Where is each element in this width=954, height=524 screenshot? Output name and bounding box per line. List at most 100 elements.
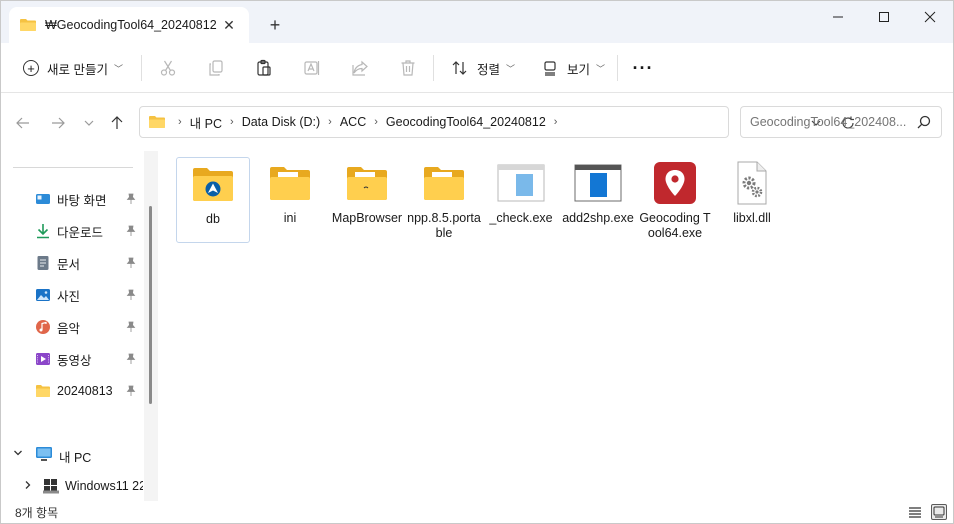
chevron-down-icon bbox=[84, 120, 94, 126]
file-item-mapbrowser[interactable]: MapBrowser bbox=[330, 157, 404, 243]
paste-button[interactable] bbox=[252, 56, 276, 80]
large-icons-view-button[interactable] bbox=[931, 504, 947, 520]
rename-button[interactable] bbox=[300, 56, 324, 80]
sidebar-item-label: 동영상 bbox=[57, 353, 92, 368]
computer-icon bbox=[36, 447, 52, 461]
folder-icon bbox=[20, 19, 36, 31]
pictures-icon bbox=[36, 289, 50, 301]
scissors-icon bbox=[160, 60, 176, 76]
new-tab-button[interactable]: + bbox=[263, 13, 287, 37]
tab-close-button[interactable]: ✕ bbox=[217, 13, 241, 37]
sidebar-item-label: 사진 bbox=[57, 289, 81, 304]
maximize-button[interactable] bbox=[861, 1, 907, 33]
pin-icon bbox=[126, 289, 136, 300]
sidebar-item-documents[interactable]: 문서 bbox=[1, 250, 141, 276]
pin-icon bbox=[126, 193, 136, 204]
view-button[interactable]: 보기 ﹀ bbox=[533, 52, 613, 84]
breadcrumb-item[interactable]: 내 PC bbox=[190, 113, 222, 132]
tree-item-drive[interactable]: Windows11 22 bbox=[1, 473, 143, 499]
file-name: Geocoding Tool64.exe bbox=[639, 211, 711, 240]
toolbar-divider bbox=[433, 55, 434, 81]
close-button[interactable] bbox=[907, 1, 953, 33]
file-name: MapBrowser bbox=[331, 211, 403, 225]
minimize-icon bbox=[833, 16, 843, 18]
rename-icon bbox=[304, 61, 320, 75]
search-input[interactable] bbox=[750, 115, 910, 129]
file-item-add2shp-exe[interactable]: add2shp.exe bbox=[561, 157, 635, 243]
file-item-ini[interactable]: ini bbox=[253, 157, 327, 243]
minimize-button[interactable] bbox=[815, 1, 861, 33]
maximize-icon bbox=[879, 12, 889, 22]
breadcrumb-chevron-icon: › bbox=[374, 116, 378, 128]
navigation-pane: 바탕 화면 다운로드 문서 사진 음악 동영상 20240813 내 PC Wi… bbox=[1, 151, 149, 501]
folder-icon bbox=[36, 385, 50, 397]
download-icon bbox=[37, 224, 49, 239]
sidebar-item-label: 음악 bbox=[57, 321, 81, 336]
sidebar-item-folder-20240813[interactable]: 20240813 bbox=[1, 378, 141, 404]
chevron-right-icon bbox=[25, 481, 31, 489]
file-item-geocodingtool-exe[interactable]: Geocoding Tool64.exe bbox=[638, 157, 712, 243]
search-box[interactable] bbox=[740, 106, 942, 138]
folder-special-icon bbox=[189, 162, 237, 206]
pin-icon bbox=[126, 353, 136, 364]
breadcrumb-item[interactable]: GeocodingTool64_20240812 bbox=[386, 115, 546, 129]
sidebar-item-music[interactable]: 음악 bbox=[1, 314, 141, 340]
address-bar[interactable]: › 내 PC › Data Disk (D:) › ACC › Geocodin… bbox=[139, 106, 854, 138]
sidebar-item-desktop[interactable]: 바탕 화면 bbox=[1, 186, 141, 212]
new-button[interactable]: + 새로 만들기 ﹀ bbox=[15, 52, 131, 84]
arrow-left-icon bbox=[16, 117, 29, 129]
gear-file-icon bbox=[728, 161, 776, 205]
view-label: 보기 bbox=[567, 62, 591, 77]
clipboard-icon bbox=[257, 59, 271, 76]
file-item-npp-portable[interactable]: npp.8.5.portable bbox=[407, 157, 481, 243]
up-button[interactable] bbox=[105, 111, 129, 135]
sort-label: 정렬 bbox=[477, 62, 501, 77]
breadcrumb-chevron-icon: › bbox=[328, 116, 332, 128]
back-button[interactable] bbox=[11, 111, 35, 135]
share-icon bbox=[352, 60, 368, 76]
file-item-db[interactable]: db bbox=[176, 157, 250, 243]
file-name: add2shp.exe bbox=[562, 211, 634, 225]
sidebar-item-label: 문서 bbox=[57, 257, 81, 272]
forward-button[interactable] bbox=[46, 111, 70, 135]
tab-current[interactable]: ₩GeocodingTool64_20240812 ✕ bbox=[9, 7, 249, 43]
command-bar: + 새로 만들기 ﹀ 정렬 ﹀ 보기 ﹀ ··· bbox=[1, 43, 953, 93]
sidebar-item-pictures[interactable]: 사진 bbox=[1, 282, 141, 308]
file-name: ini bbox=[283, 211, 297, 225]
pin-icon bbox=[126, 385, 136, 396]
pin-icon bbox=[126, 225, 136, 236]
map-pin-app-icon bbox=[651, 161, 699, 205]
recent-locations-button[interactable] bbox=[77, 111, 101, 135]
file-item-libxl-dll[interactable]: libxl.dll bbox=[715, 157, 789, 243]
more-options-button[interactable]: ··· bbox=[629, 56, 657, 80]
arrow-up-icon bbox=[111, 116, 123, 129]
copy-button[interactable] bbox=[204, 56, 228, 80]
tree-item-label: Windows11 22 bbox=[65, 479, 143, 493]
music-icon bbox=[36, 320, 50, 334]
sidebar-item-videos[interactable]: 동영상 bbox=[1, 346, 141, 372]
folder-icon bbox=[149, 116, 165, 128]
sidebar-item-label: 다운로드 bbox=[57, 225, 104, 240]
folder-icon bbox=[343, 161, 391, 205]
pin-icon bbox=[126, 321, 136, 332]
delete-button[interactable] bbox=[396, 56, 420, 80]
file-name: libxl.dll bbox=[733, 211, 771, 225]
view-icon bbox=[544, 61, 556, 76]
tree-item-this-pc[interactable]: 내 PC bbox=[1, 441, 143, 467]
breadcrumb-item[interactable]: Data Disk (D:) bbox=[242, 115, 320, 129]
plus-circle-icon: + bbox=[23, 60, 39, 76]
share-button[interactable] bbox=[348, 56, 372, 80]
details-view-icon[interactable] bbox=[907, 504, 923, 520]
sidebar-scrollbar-thumb[interactable] bbox=[149, 206, 152, 404]
exe-window-icon bbox=[497, 161, 545, 205]
toolbar-divider bbox=[141, 55, 142, 81]
file-item-check-exe[interactable]: _check.exe bbox=[484, 157, 558, 243]
breadcrumb-item[interactable]: ACC bbox=[340, 115, 366, 129]
breadcrumb-chevron-icon: › bbox=[230, 116, 234, 128]
tab-title: ₩GeocodingTool64_20240812 bbox=[45, 18, 217, 32]
sidebar-item-downloads[interactable]: 다운로드 bbox=[1, 218, 141, 244]
sort-button[interactable]: 정렬 ﹀ bbox=[443, 52, 523, 84]
chevron-down-icon: ﹀ bbox=[506, 63, 516, 74]
sidebar-divider bbox=[13, 167, 133, 168]
cut-button[interactable] bbox=[156, 56, 180, 80]
